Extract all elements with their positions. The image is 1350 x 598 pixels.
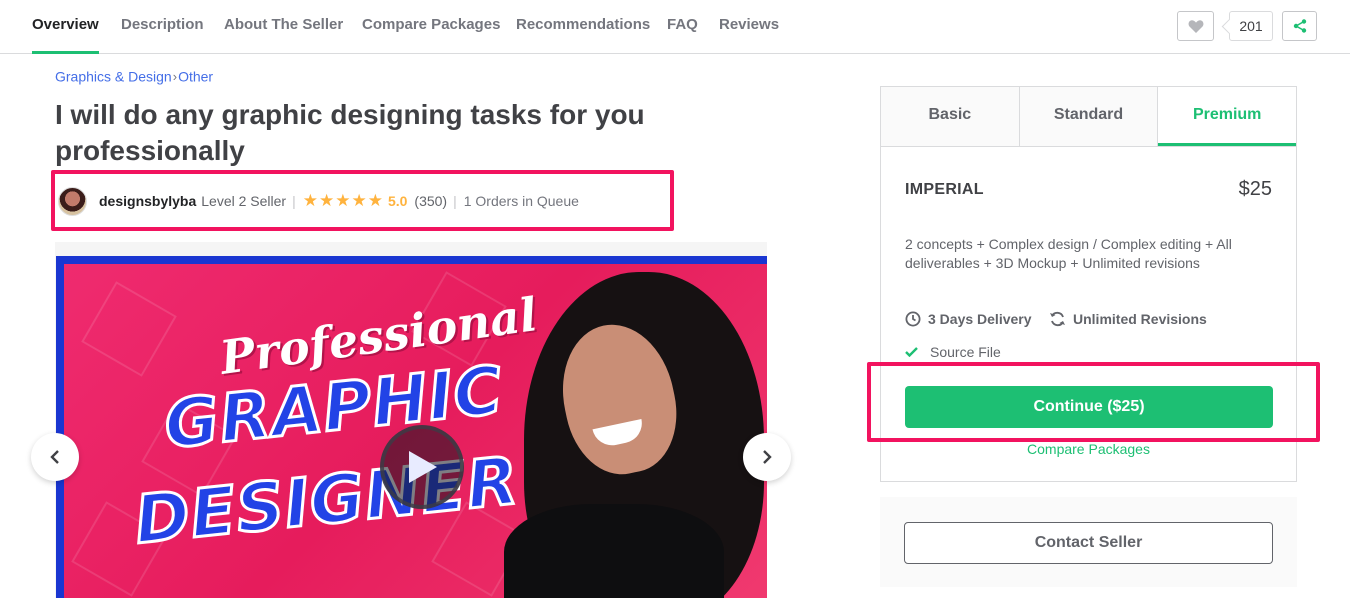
breadcrumb-separator: › (172, 68, 178, 84)
highlight-box-seller (51, 170, 674, 231)
package-tabs: Basic Standard Premium (881, 87, 1297, 147)
tab-basic[interactable]: Basic (881, 87, 1020, 146)
gallery-prev-button[interactable] (31, 433, 79, 481)
revisions-label: Unlimited Revisions (1073, 311, 1207, 327)
play-icon (409, 451, 437, 483)
package-feature-item: Source File (905, 344, 1001, 360)
chevron-left-icon (50, 450, 59, 464)
tab-reviews[interactable]: Reviews (719, 0, 779, 54)
package-feature-label: Source File (930, 344, 1001, 360)
share-icon (1293, 19, 1306, 33)
tab-premium[interactable]: Premium (1158, 87, 1297, 146)
favorite-button[interactable] (1177, 11, 1214, 41)
gig-title: I will do any graphic designing tasks fo… (55, 99, 645, 166)
tab-description[interactable]: Description (121, 0, 204, 54)
tab-overview[interactable]: Overview (32, 0, 99, 54)
refresh-icon (1050, 311, 1065, 327)
hex-pattern (81, 281, 177, 377)
package-description: 2 concepts + Complex design / Complex ed… (905, 236, 1232, 271)
tab-standard[interactable]: Standard (1019, 87, 1159, 146)
gallery-next-button[interactable] (743, 433, 791, 481)
package-price: $25 (1238, 178, 1272, 200)
heart-icon (1188, 19, 1203, 33)
highlight-box-continue (867, 362, 1320, 442)
tab-about-the-seller[interactable]: About The Seller (224, 0, 343, 54)
revisions: Unlimited Revisions (1049, 311, 1207, 327)
gallery-main-media[interactable]: Professional GRAPHIC DESIGNER (56, 256, 767, 598)
checkmark-icon (905, 347, 918, 357)
chevron-right-icon (763, 450, 772, 464)
tab-faq[interactable]: FAQ (667, 0, 698, 54)
tab-compare-packages[interactable]: Compare Packages (362, 0, 500, 54)
contact-seller-section: Contact Seller (880, 497, 1297, 587)
package-name: IMPERIAL (905, 181, 984, 198)
delivery-time: 3 Days Delivery (905, 311, 1032, 327)
breadcrumb: Graphics & Design›Other (55, 67, 213, 84)
contact-seller-button[interactable]: Contact Seller (904, 522, 1273, 564)
tab-recommendations[interactable]: Recommendations (516, 0, 650, 54)
delivery-time-label: 3 Days Delivery (928, 311, 1032, 327)
favorite-count: 201 (1229, 11, 1273, 41)
breadcrumb-category-link[interactable]: Graphics & Design (55, 68, 172, 84)
clock-icon (905, 311, 921, 327)
gallery-image: Professional GRAPHIC DESIGNER (64, 264, 767, 598)
person-shirt (504, 504, 724, 598)
gig-top-nav: Overview Description About The Seller Co… (0, 0, 1350, 54)
compare-packages-link[interactable]: Compare Packages (881, 441, 1296, 457)
breadcrumb-subcategory-link[interactable]: Other (178, 68, 213, 84)
play-video-button[interactable] (380, 425, 464, 509)
share-button[interactable] (1282, 11, 1317, 41)
